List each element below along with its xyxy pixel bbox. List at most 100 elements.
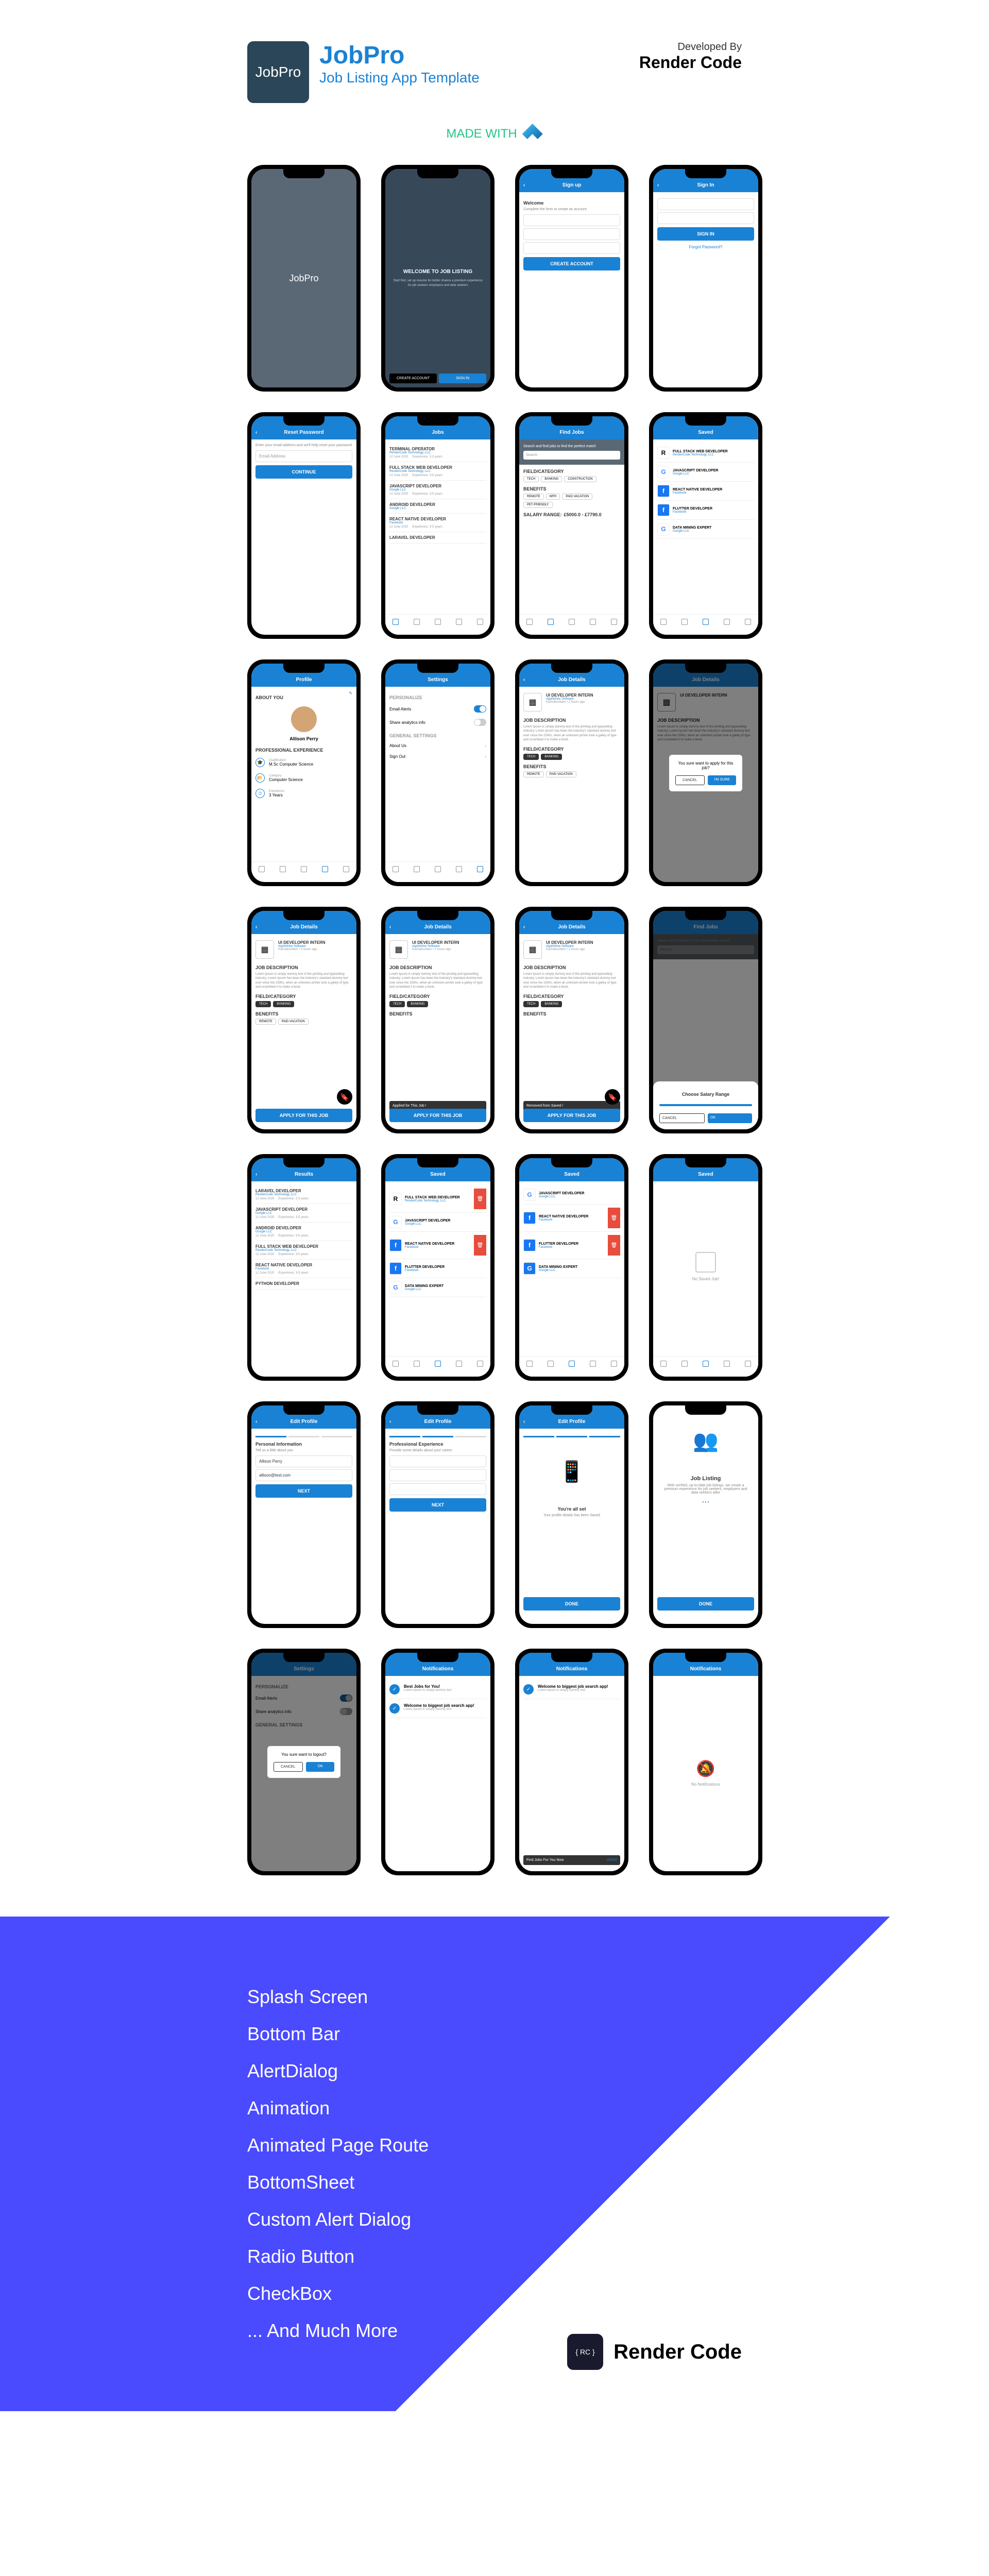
saved-item[interactable]: GDATA MINING EXPERTGoogle LLC	[523, 1259, 620, 1278]
job-item[interactable]: LARAVEL DEVELOPER	[389, 532, 486, 544]
ok-button[interactable]: OK	[306, 1762, 334, 1772]
delete-icon[interactable]: 🗑	[474, 1235, 486, 1256]
job-item[interactable]: ANDROID DEVELOPERGoogle LLC	[389, 499, 486, 514]
email-input[interactable]	[657, 198, 754, 210]
search-input[interactable]: Search	[523, 451, 620, 460]
saved-item[interactable]: RFULL STACK WEB DEVELOPERRenderCode Tech…	[657, 444, 754, 463]
signin-button[interactable]: SIGN IN	[439, 374, 486, 383]
undo-button[interactable]: UNDO	[606, 1858, 617, 1862]
cancel-button[interactable]: CANCEL	[274, 1762, 303, 1772]
nav-settings[interactable]	[476, 1361, 484, 1369]
continue-button[interactable]: CONTINUE	[255, 465, 352, 479]
saved-item[interactable]: GJAVASCRIPT DEVELOPERGoogle LLC	[657, 463, 754, 482]
job-item[interactable]: TERMINAL OPERATORRenderCode Technology, …	[389, 444, 486, 462]
ok-button[interactable]: OK	[708, 1113, 752, 1123]
nav-saved[interactable]	[434, 1361, 442, 1369]
apply-button[interactable]: APPLY FOR THIS JOB	[255, 1109, 352, 1122]
back-icon[interactable]: ‹	[255, 924, 257, 930]
nav-saved[interactable]	[702, 619, 710, 627]
back-icon[interactable]: ‹	[255, 1419, 257, 1425]
tag-wfh[interactable]: WFH	[546, 494, 560, 500]
done-button[interactable]: DONE	[657, 1597, 754, 1611]
cancel-button[interactable]: CANCEL	[659, 1113, 705, 1123]
job-item[interactable]: REACT NATIVE DEVELOPERFacebook12 June 20…	[255, 1260, 352, 1278]
tag-banking[interactable]: BANKING	[541, 476, 562, 482]
bookmark-fab[interactable]: 🔖	[337, 1089, 352, 1105]
back-icon[interactable]: ‹	[389, 1419, 391, 1425]
experience-input[interactable]	[389, 1483, 486, 1495]
nav-profile[interactable]	[589, 1361, 597, 1369]
back-icon[interactable]: ‹	[523, 182, 525, 188]
job-item[interactable]: REACT NATIVE DEVELOPERFacebook12 June 20…	[389, 514, 486, 532]
job-item[interactable]: FULL STACK WEB DEVELOPERRenderCode Techn…	[255, 1241, 352, 1260]
email-input[interactable]	[523, 228, 620, 240]
back-icon[interactable]: ‹	[523, 924, 525, 930]
tag-remote[interactable]: REMOTE	[523, 494, 544, 500]
nav-search[interactable]	[547, 619, 555, 627]
nav-search[interactable]	[680, 619, 689, 627]
notification-item[interactable]: ✓Best Jobs for You!Lorem Ipsum is simply…	[389, 1680, 486, 1699]
nav-search[interactable]	[413, 619, 421, 627]
create-account-button[interactable]: CREATE ACCOUNT	[523, 257, 620, 270]
nav-profile[interactable]	[455, 866, 463, 874]
nav-saved[interactable]	[568, 619, 576, 627]
delete-icon[interactable]: 🗑	[608, 1235, 620, 1256]
setting-about[interactable]: About Us›	[389, 740, 486, 751]
nav-profile[interactable]	[723, 619, 731, 627]
edit-icon[interactable]: ✎	[349, 691, 352, 702]
nav-search[interactable]	[413, 866, 421, 874]
slider[interactable]	[659, 1104, 752, 1106]
nav-profile[interactable]	[455, 1361, 463, 1369]
saved-item[interactable]: fREACT NATIVE DEVELOPERFacebook🗑	[389, 1232, 486, 1259]
job-item[interactable]: FULL STACK WEB DEVELOPERRenderCode Techn…	[389, 462, 486, 481]
saved-item[interactable]: GDATA MINING EXPERTGoogle LLC	[657, 520, 754, 539]
nav-settings[interactable]	[610, 619, 618, 627]
nav-profile[interactable]	[723, 1361, 731, 1369]
password-input[interactable]	[523, 242, 620, 254]
nav-jobs[interactable]	[659, 1361, 668, 1369]
job-item[interactable]: JAVASCRIPT DEVELOPERGoogle LLC12 June 20…	[389, 481, 486, 499]
nav-settings[interactable]	[744, 1361, 752, 1369]
saved-item[interactable]: GJAVASCRIPT DEVELOPERGoogle LLC	[523, 1185, 620, 1205]
apply-button[interactable]: APPLY FOR THIS JOB	[523, 1109, 620, 1122]
toggle-off[interactable]	[474, 719, 486, 726]
nav-jobs[interactable]	[391, 1361, 400, 1369]
qualification-input[interactable]	[389, 1455, 486, 1467]
email-input[interactable]: Email Address	[255, 450, 352, 462]
tag-construction[interactable]: CONSTRUCTION	[564, 476, 596, 482]
delete-icon[interactable]: 🗑	[474, 1189, 486, 1209]
forgot-password-link[interactable]: Forgot Password?	[657, 245, 754, 249]
tag-pet-friendly[interactable]: PET-FRIENDLY	[523, 502, 553, 508]
job-item[interactable]: LARAVEL DEVELOPERRenderCode Technology, …	[255, 1185, 352, 1204]
nav-jobs[interactable]	[525, 619, 534, 627]
saved-item[interactable]: RFULL STACK WEB DEVELOPERRenderCode Tech…	[389, 1185, 486, 1213]
job-item[interactable]: PYTHON DEVELOPER	[255, 1278, 352, 1290]
saved-item[interactable]: fREACT NATIVE DEVELOPERFacebook🗑	[523, 1205, 620, 1232]
notification-item[interactable]: ✓Welcome to biggest job search app!Lorem…	[523, 1680, 620, 1699]
nav-jobs[interactable]	[525, 1361, 534, 1369]
nav-settings[interactable]	[476, 619, 484, 627]
nav-jobs[interactable]	[659, 619, 668, 627]
category-input[interactable]	[389, 1469, 486, 1481]
setting-signout[interactable]: Sign Out›	[389, 751, 486, 762]
email-input[interactable]: allison@test.com	[255, 1469, 352, 1481]
nav-search[interactable]	[680, 1361, 689, 1369]
notification-item[interactable]: ✓Welcome to biggest job search app!Lorem…	[389, 1699, 486, 1718]
nav-search[interactable]	[547, 1361, 555, 1369]
job-item[interactable]: JAVASCRIPT DEVELOPERGoogle LLC12 June 20…	[255, 1204, 352, 1223]
done-button[interactable]: DONE	[523, 1597, 620, 1611]
tag-paid-vacation[interactable]: PAID VACATION	[562, 494, 592, 500]
toggle-on[interactable]	[474, 705, 486, 713]
back-icon[interactable]: ‹	[523, 1419, 525, 1425]
nav-profile[interactable]	[589, 619, 597, 627]
password-input[interactable]	[657, 212, 754, 224]
nav-profile[interactable]	[455, 619, 463, 627]
back-icon[interactable]: ‹	[389, 924, 391, 930]
name-input[interactable]	[523, 214, 620, 226]
create-account-button[interactable]: CREATE ACCOUNT	[389, 374, 437, 383]
saved-item[interactable]: fFLUTTER DEVELOPERFacebook	[657, 501, 754, 520]
signin-button[interactable]: SIGN IN	[657, 227, 754, 241]
next-button[interactable]: NEXT	[255, 1484, 352, 1498]
delete-icon[interactable]: 🗑	[608, 1208, 620, 1228]
cancel-button[interactable]: CANCEL	[675, 775, 705, 785]
